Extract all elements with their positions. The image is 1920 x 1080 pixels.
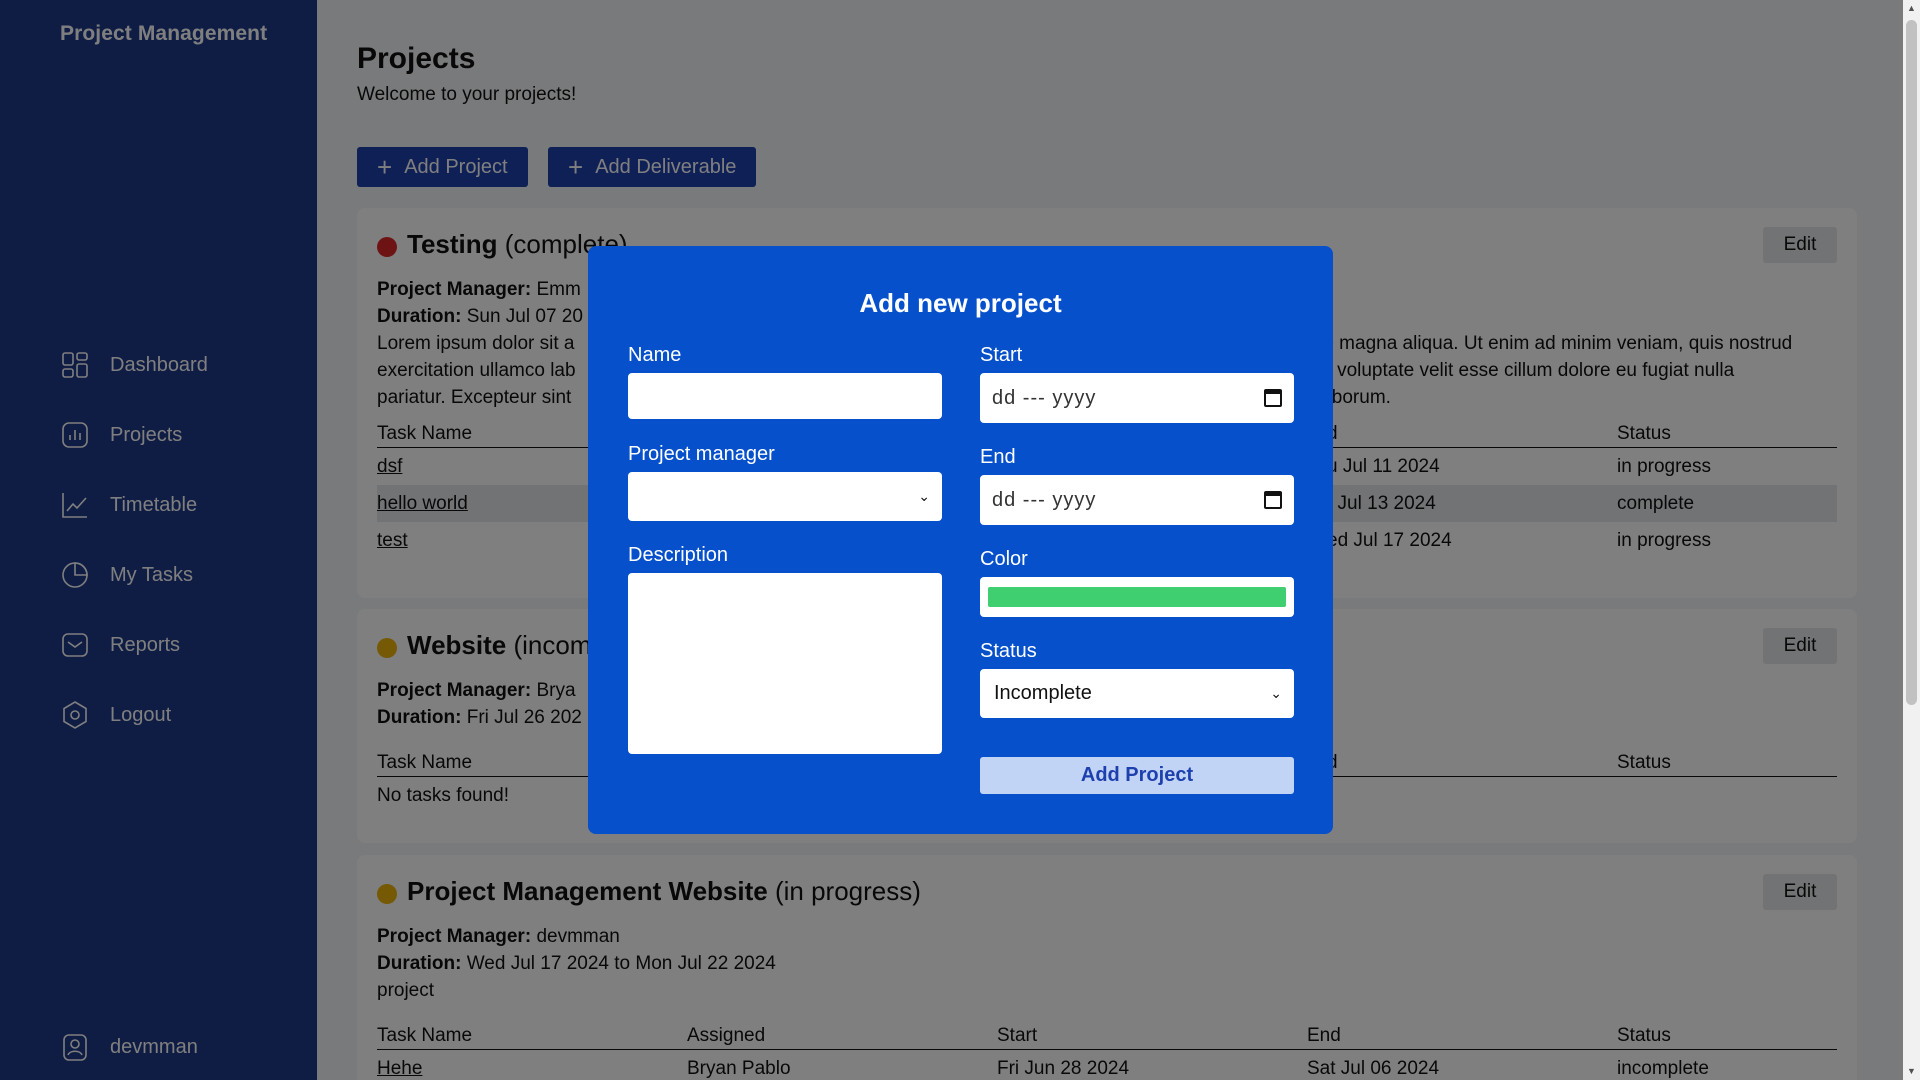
end-label: End bbox=[980, 446, 1016, 468]
calendar-icon[interactable] bbox=[1264, 389, 1282, 407]
color-label: Color bbox=[980, 548, 1028, 570]
name-input[interactable] bbox=[628, 373, 942, 419]
color-picker[interactable] bbox=[980, 577, 1294, 617]
scrollbar-thumb[interactable] bbox=[1906, 20, 1917, 705]
project-manager-label: Project manager bbox=[628, 443, 775, 465]
add-project-modal: Add new project Name Project manager ⌄ D… bbox=[588, 246, 1333, 834]
start-date-input[interactable]: dd --- yyyy bbox=[980, 373, 1294, 423]
end-date-input[interactable]: dd --- yyyy bbox=[980, 475, 1294, 525]
status-label: Status bbox=[980, 640, 1037, 662]
chevron-down-icon: ⌄ bbox=[918, 488, 930, 504]
color-swatch bbox=[988, 587, 1286, 607]
scrollbar[interactable]: ▲ ▼ bbox=[1903, 0, 1920, 1080]
status-select[interactable]: Incomplete ⌄ bbox=[980, 669, 1294, 718]
scroll-up-icon[interactable]: ▲ bbox=[1903, 0, 1920, 17]
description-label: Description bbox=[628, 544, 729, 566]
modal-title: Add new project bbox=[859, 288, 1062, 318]
description-textarea[interactable] bbox=[628, 573, 942, 754]
start-label: Start bbox=[980, 344, 1023, 366]
submit-add-project-button[interactable]: Add Project bbox=[980, 757, 1294, 794]
name-label: Name bbox=[628, 344, 682, 366]
chevron-down-icon: ⌄ bbox=[1270, 685, 1282, 701]
project-manager-select[interactable]: ⌄ bbox=[628, 472, 942, 521]
calendar-icon[interactable] bbox=[1264, 491, 1282, 509]
scroll-down-icon[interactable]: ▼ bbox=[1903, 1063, 1920, 1080]
